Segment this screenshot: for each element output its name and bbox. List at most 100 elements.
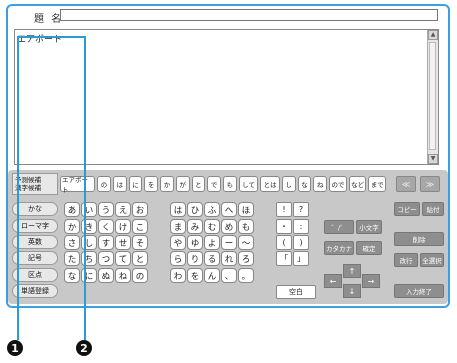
arrow-down-button[interactable]: ↓ (343, 284, 361, 298)
kana-key[interactable]: ぬ (98, 268, 114, 283)
candidate-item[interactable]: して (238, 176, 259, 192)
kana-key[interactable]: こ (132, 219, 148, 234)
candidate-item[interactable]: まで (368, 176, 386, 192)
finish-input-button[interactable]: 入力終了 (394, 284, 444, 298)
kana-key[interactable]: く (98, 219, 114, 234)
candidate-item[interactable]: に (128, 176, 143, 192)
kana-key[interactable]: ー (221, 235, 237, 250)
kana-key[interactable]: 〜 (238, 235, 254, 250)
candidate-item[interactable]: ね (313, 176, 328, 192)
kana-key[interactable]: な (64, 268, 80, 283)
symbol-key[interactable]: ? (293, 202, 309, 217)
kana-key[interactable]: よ (204, 235, 220, 250)
candidate-item[interactable]: ので (329, 176, 347, 192)
candidate-item[interactable]: も (223, 176, 237, 192)
kana-key[interactable]: や (170, 235, 186, 250)
kana-key[interactable]: ほ (238, 202, 254, 217)
arrow-up-button[interactable]: ↑ (343, 264, 361, 278)
arrow-left-button[interactable]: ← (324, 274, 342, 288)
kana-key[interactable]: の (132, 268, 148, 283)
kana-key[interactable]: ひ (187, 202, 203, 217)
select-all-button[interactable]: 全選択 (420, 253, 444, 267)
candidate-item[interactable]: と (191, 176, 206, 192)
symbol-key[interactable]: ・ (276, 219, 292, 234)
kana-key[interactable]: も (238, 219, 254, 234)
kana-key[interactable]: て (115, 251, 131, 266)
kana-key[interactable]: 、 (221, 268, 237, 283)
kana-key[interactable]: れ (221, 251, 237, 266)
symbol-key[interactable]: : (293, 219, 309, 234)
kana-key[interactable]: は (170, 202, 186, 217)
kana-key[interactable]: ら (170, 251, 186, 266)
candidate-item[interactable]: を (144, 176, 159, 192)
kana-key[interactable]: を (187, 268, 203, 283)
katakana-button[interactable]: カタカナ (324, 241, 354, 255)
kana-key[interactable]: ゆ (187, 235, 203, 250)
kana-key[interactable]: か (64, 219, 80, 234)
symbol-key[interactable]: ) (293, 235, 309, 250)
candidate-item[interactable]: とは (260, 176, 280, 192)
kana-key[interactable]: め (221, 219, 237, 234)
kana-key[interactable]: と (132, 251, 148, 266)
candidate-item[interactable]: は (112, 176, 127, 192)
kana-key[interactable]: み (187, 219, 203, 234)
kana-key[interactable]: わ (170, 268, 186, 283)
kana-key[interactable]: 。 (238, 268, 254, 283)
candidate-item[interactable]: エアポート (60, 176, 96, 194)
kana-key[interactable]: せ (115, 235, 131, 250)
candidate-item[interactable]: な (297, 176, 312, 192)
kana-key[interactable]: え (115, 202, 131, 217)
callout-marker-1: 1 (7, 340, 23, 356)
dakuten-button[interactable]: ゛/゜ (324, 220, 354, 234)
kana-key[interactable]: り (187, 251, 203, 266)
kana-key[interactable]: る (204, 251, 220, 266)
paste-button[interactable]: 貼付 (422, 202, 444, 216)
scroll-up-button[interactable]: ▲ (428, 30, 438, 40)
kana-row-ya: や ゆ よ ー 〜 (170, 235, 254, 250)
scroll-thumb[interactable] (429, 42, 436, 150)
candidate-next-button[interactable]: ≫ (420, 176, 440, 192)
kana-key[interactable]: あ (64, 202, 80, 217)
kana-key[interactable]: つ (98, 251, 114, 266)
candidate-item[interactable]: が (175, 176, 190, 192)
scroll-down-button[interactable]: ▼ (428, 154, 438, 164)
kana-key[interactable]: ま (170, 219, 186, 234)
arrow-right-button[interactable]: → (362, 274, 380, 288)
symbol-key[interactable]: ! (276, 202, 292, 217)
kana-key[interactable]: お (132, 202, 148, 217)
candidate-item[interactable]: で (207, 176, 222, 192)
kana-key[interactable]: ね (115, 268, 131, 283)
kana-key[interactable]: ふ (204, 202, 220, 217)
title-input[interactable] (60, 9, 438, 21)
symbol-row: 「 」 (276, 251, 309, 266)
copy-button[interactable]: コピー (394, 202, 420, 216)
kana-key[interactable]: た (64, 251, 80, 266)
kana-key[interactable]: け (115, 219, 131, 234)
kana-key[interactable]: む (204, 219, 220, 234)
kana-key[interactable]: そ (132, 235, 148, 250)
candidate-item[interactable]: など (348, 176, 367, 192)
text-area[interactable]: エアポート ▲ ▼ (14, 29, 439, 165)
kana-key[interactable]: す (98, 235, 114, 250)
text-area-content: エアポート (17, 35, 63, 45)
kana-key[interactable]: ん (204, 268, 220, 283)
delete-button[interactable]: 削除 (394, 232, 444, 246)
symbol-key[interactable]: 」 (293, 251, 309, 266)
confirm-button[interactable]: 確定 (356, 241, 382, 255)
symbol-row: ( ) (276, 235, 309, 250)
symbol-key[interactable]: ( (276, 235, 292, 250)
kana-key[interactable]: う (98, 202, 114, 217)
callout-marker-2: 2 (76, 340, 92, 356)
symbol-key[interactable]: 「 (276, 251, 292, 266)
newline-button[interactable]: 改行 (394, 253, 418, 267)
kana-key[interactable]: さ (64, 235, 80, 250)
small-char-button[interactable]: 小文字 (356, 220, 382, 234)
candidate-item[interactable]: か (160, 176, 174, 192)
kana-key[interactable]: ろ (238, 251, 254, 266)
kana-key[interactable]: へ (221, 202, 237, 217)
candidate-item[interactable]: の (97, 176, 111, 192)
candidate-item[interactable]: し (281, 176, 296, 192)
space-button[interactable]: 空白 (276, 285, 316, 299)
text-scrollbar[interactable]: ▲ ▼ (427, 30, 438, 164)
candidate-prev-button[interactable]: ≪ (396, 176, 416, 192)
